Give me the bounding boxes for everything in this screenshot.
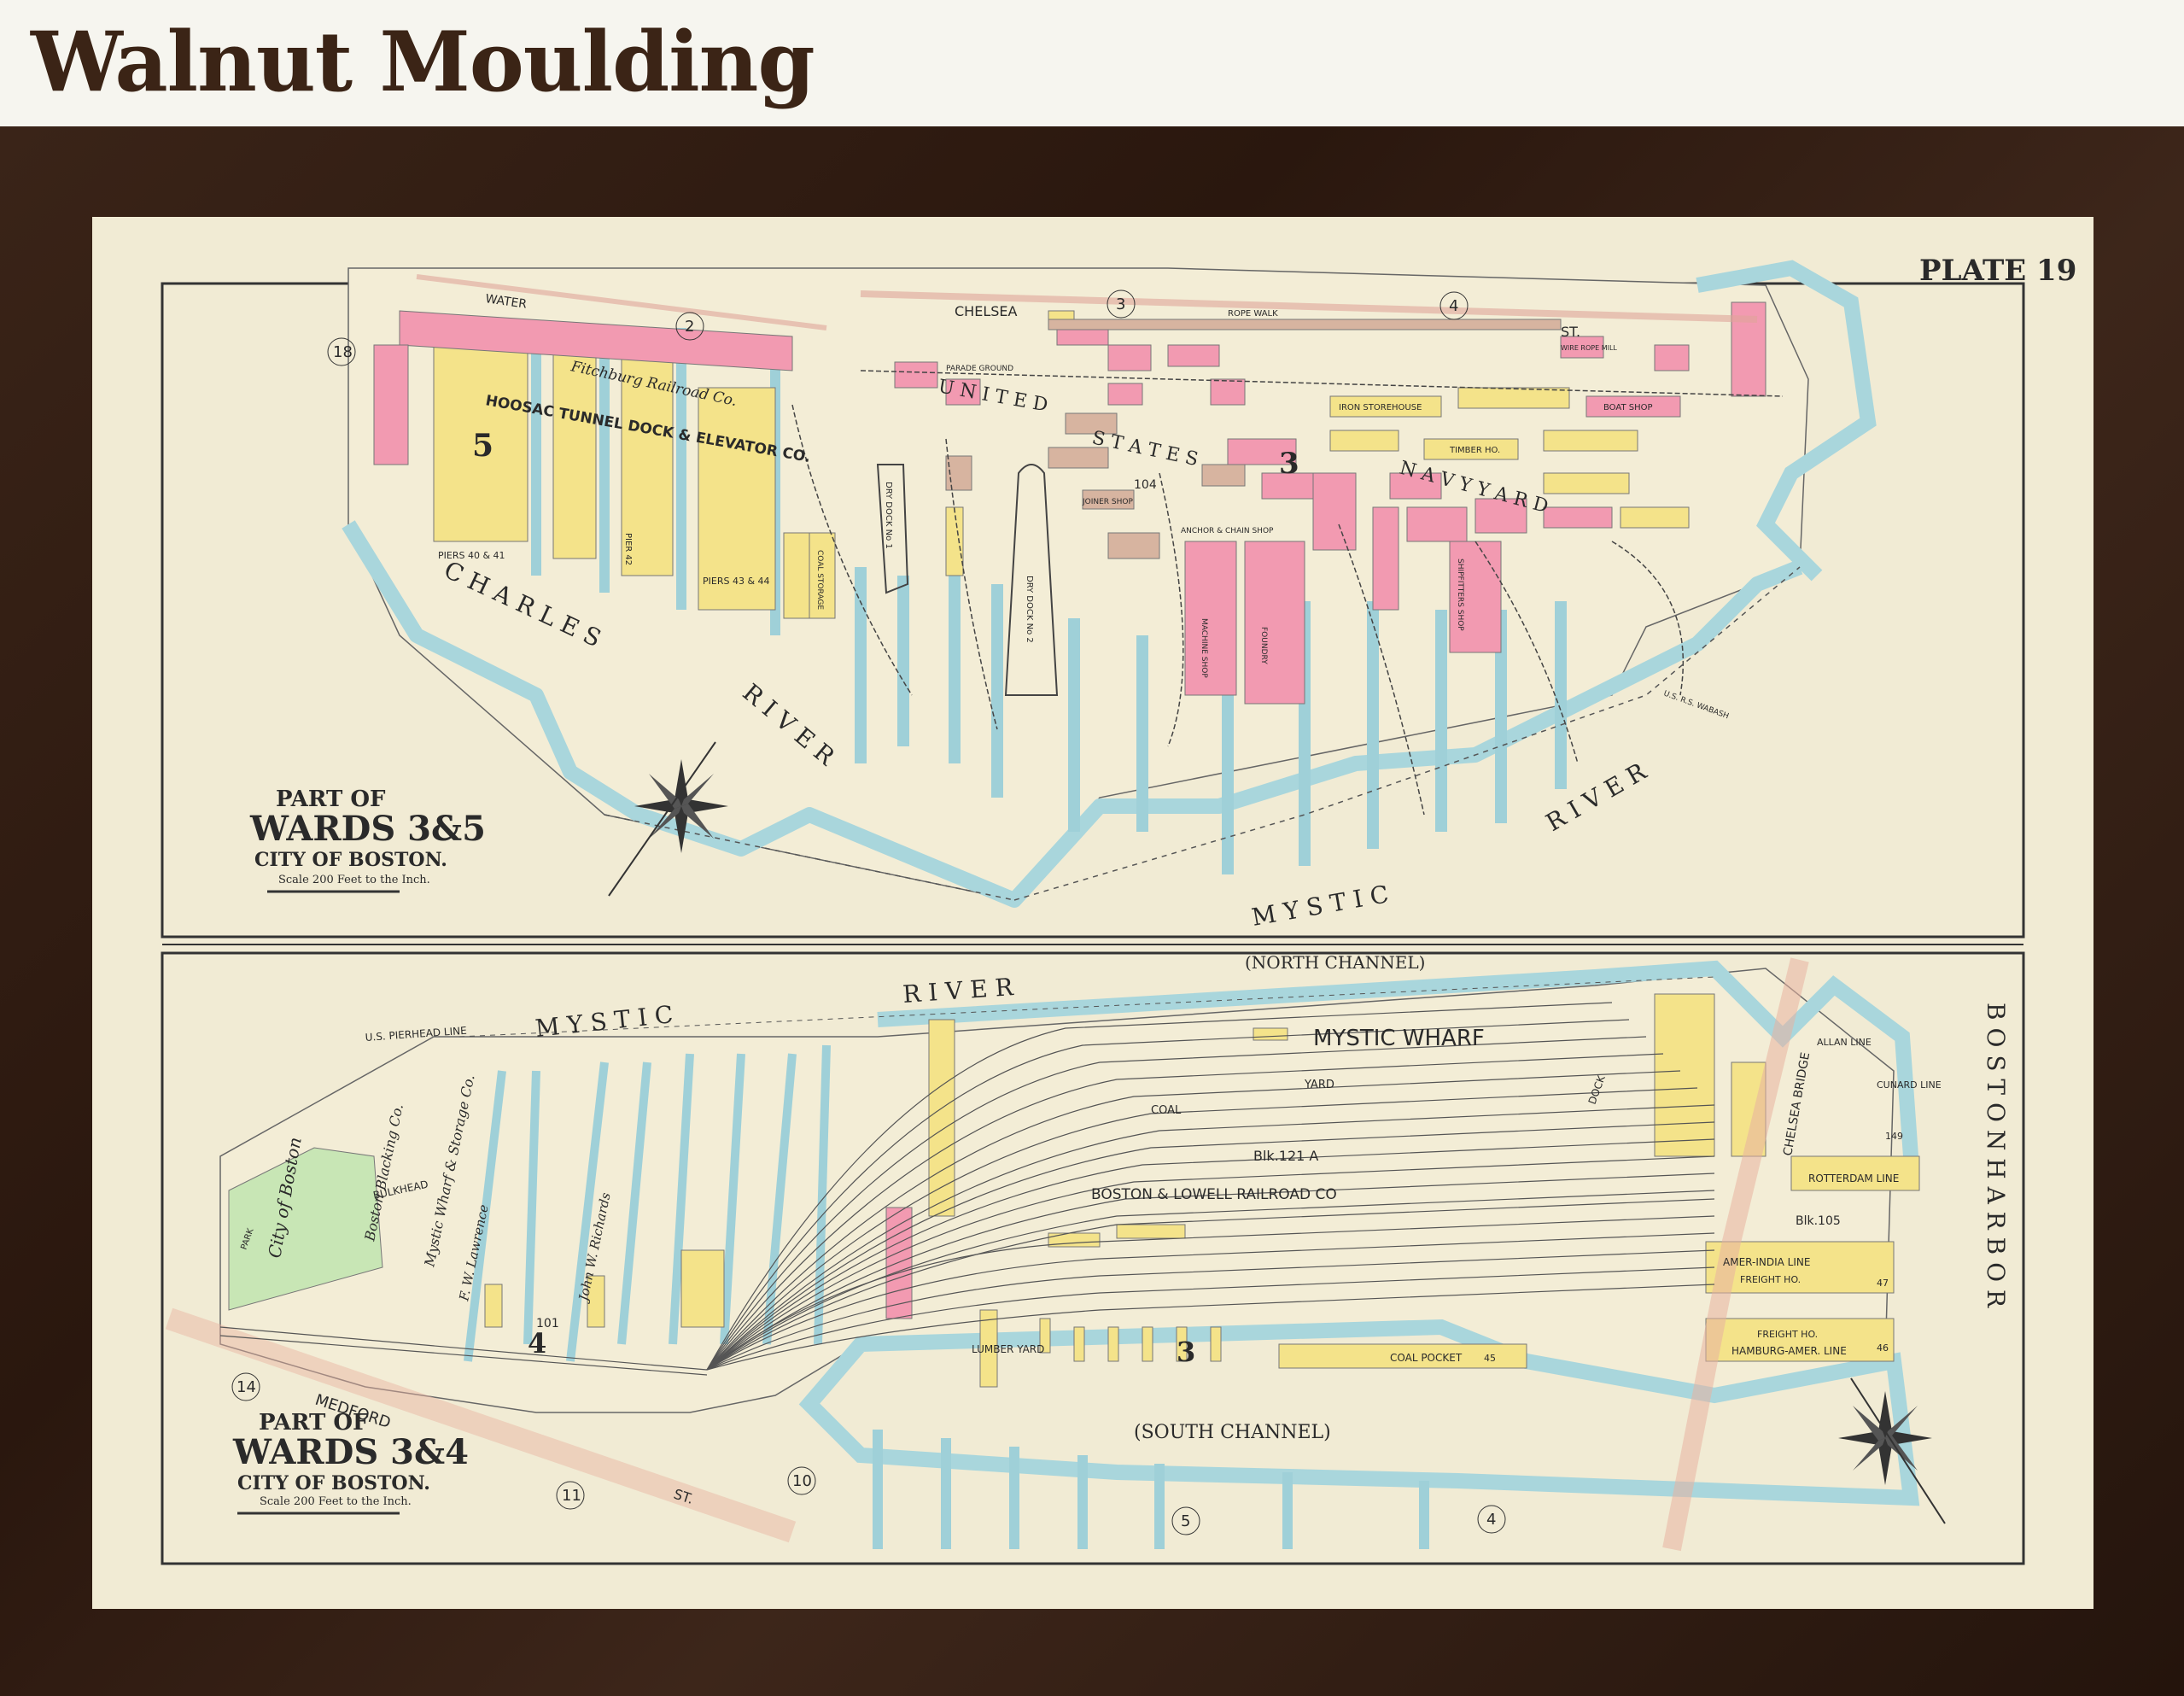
moulding-title: Walnut Moulding (31, 14, 815, 110)
piers-40: PIERS 40 & 41 (438, 550, 505, 561)
num-47: 47 (1877, 1278, 1889, 1289)
blk105-label: Blk.105 (1796, 1214, 1841, 1228)
yard-label: YARD (1304, 1079, 1334, 1091)
blk121a: Blk.121 A (1253, 1148, 1318, 1164)
site-header: Walnut Moulding (0, 0, 2184, 128)
bottom-city: CITY OF BOSTON. (237, 1472, 430, 1494)
ward4-bottom: 4 (528, 1327, 546, 1360)
num-149: 149 (1885, 1131, 1903, 1142)
rotterdam-label: ROTTERDAM LINE (1808, 1173, 1899, 1184)
svg-text:4: 4 (1486, 1511, 1496, 1529)
boat-shop-label: BOAT SHOP (1603, 403, 1653, 412)
freight-ho2-label: FREIGHT HO. (1757, 1329, 1818, 1340)
coal-label: COAL (1151, 1104, 1182, 1117)
joiner-shop-label: JOINER SHOP (1082, 498, 1133, 506)
north-channel: (NORTH CHANNEL) (1245, 952, 1425, 973)
svg-text:5: 5 (1181, 1512, 1190, 1530)
bottom-scale: Scale 200 Feet to the Inch. (260, 1495, 412, 1508)
chelsea-st-label: CHELSEA (955, 303, 1017, 319)
ward5: 5 (472, 428, 493, 464)
dry-dock-2-label: DRY DOCK No 2 (1025, 576, 1034, 643)
num-104: 104 (1134, 478, 1157, 492)
num-45: 45 (1484, 1353, 1496, 1364)
south-channel: (SOUTH CHANNEL) (1134, 1422, 1331, 1443)
rope-walk (1048, 319, 1562, 330)
hamburg-label: HAMBURG-AMER. LINE (1731, 1345, 1847, 1357)
amer-india-label: AMER-INDIA LINE (1723, 1256, 1810, 1268)
dry-dock-1-label: DRY DOCK No 1 (884, 482, 893, 549)
freight-ho-label: FREIGHT HO. (1740, 1274, 1801, 1285)
shipfitters-label: SHIPFITTERS SHOP (1456, 559, 1464, 631)
plate-number: PLATE 19 (1919, 254, 2076, 288)
bottom-wards: WARDS 3&4 (232, 1432, 469, 1472)
svg-text:11: 11 (562, 1487, 581, 1505)
svg-text:4: 4 (1449, 297, 1458, 315)
ward3-top: 3 (1279, 447, 1299, 481)
foundry-label: FOUNDRY (1259, 627, 1268, 664)
st-label: ST. (1561, 324, 1580, 340)
machine-shop-label: MACHINE SHOP (1200, 618, 1208, 678)
svg-text:2: 2 (685, 318, 694, 336)
top-scale: Scale 200 Feet to the Inch. (278, 874, 430, 886)
pier-42: PIER 42 (623, 533, 633, 565)
mystic-wharf-label: MYSTIC WHARF (1313, 1026, 1485, 1051)
timber-ho-label: TIMBER HO. (1449, 446, 1500, 455)
svg-text:18: 18 (333, 343, 353, 361)
boston-harbor-label: B O S T O N H A R B O R (1982, 1003, 2010, 1308)
num-46: 46 (1877, 1342, 1889, 1354)
svg-text:3: 3 (1116, 295, 1125, 313)
coal-pocket-label: COAL POCKET (1390, 1352, 1463, 1364)
allan-line-label: ALLAN LINE (1817, 1037, 1872, 1048)
cunard-label: CUNARD LINE (1877, 1079, 1942, 1091)
ward3-bottom: 3 (1177, 1336, 1195, 1368)
railroad-label: BOSTON & LOWELL RAILROAD CO (1091, 1186, 1337, 1203)
top-city: CITY OF BOSTON. (254, 849, 447, 871)
lumber-yard-label: LUMBER YARD (972, 1343, 1044, 1355)
map-print: PLATE 19 PART OF WARDS 3&5 CITY OF BOSTO… (92, 217, 2093, 1609)
coal-storage-label: COAL STORAGE (815, 550, 824, 610)
svg-text:14: 14 (237, 1378, 256, 1396)
wire-rope-label: WIRE ROPE MILL (1561, 344, 1617, 352)
parade-ground-label: PARADE GROUND (946, 365, 1013, 373)
iron-storehouse-label: IRON STOREHOUSE (1339, 403, 1422, 412)
rope-walk-label: ROPE WALK (1228, 309, 1278, 319)
piers-43: PIERS 43 & 44 (703, 576, 770, 587)
num-101: 101 (536, 1317, 559, 1330)
top-wards: WARDS 3&5 (249, 809, 486, 849)
anchor-chain-label: ANCHOR & CHAIN SHOP (1181, 527, 1274, 535)
svg-text:10: 10 (792, 1472, 812, 1490)
